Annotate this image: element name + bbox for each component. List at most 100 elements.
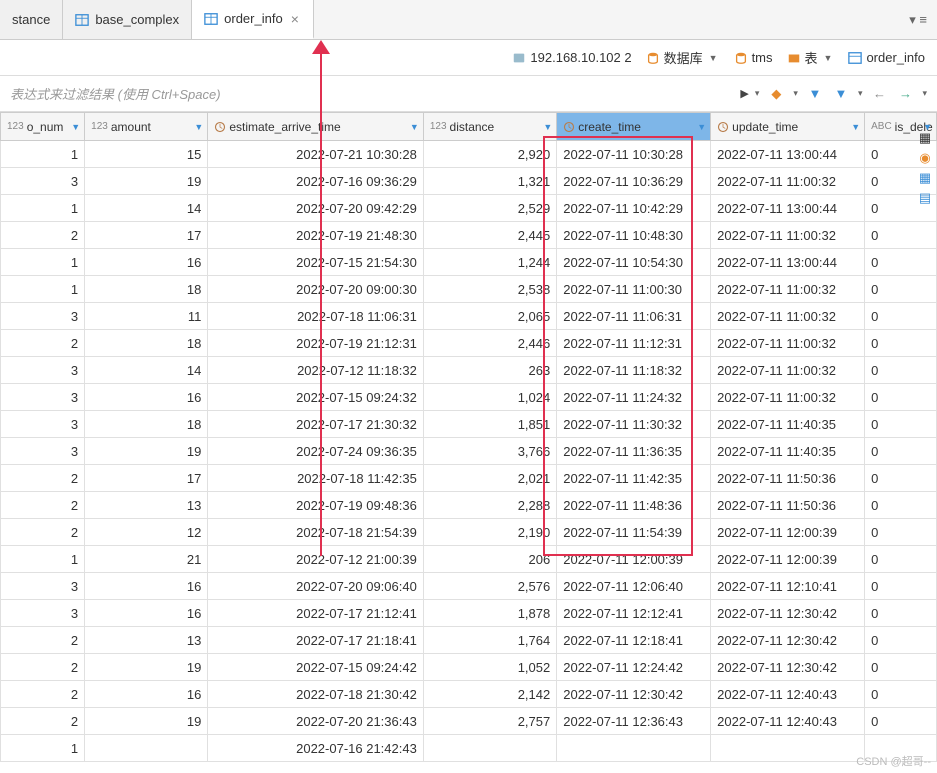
- cell-amount[interactable]: 19: [85, 438, 208, 465]
- cell-amount[interactable]: 17: [85, 222, 208, 249]
- cell-is_del[interactable]: 0: [865, 654, 937, 681]
- cell-estimate[interactable]: 2022-07-20 09:42:29: [208, 195, 424, 222]
- cell-update[interactable]: 2022-07-11 12:40:43: [711, 708, 865, 735]
- cell-amount[interactable]: 16: [85, 384, 208, 411]
- table-row[interactable]: 1142022-07-20 09:42:292,5292022-07-11 10…: [1, 195, 937, 222]
- column-header-distance[interactable]: 123 distance▼: [423, 113, 556, 141]
- cell-distance[interactable]: 2,757: [423, 708, 556, 735]
- table-row[interactable]: 3142022-07-12 11:18:322632022-07-11 11:1…: [1, 357, 937, 384]
- cell-create[interactable]: 2022-07-11 11:12:31: [557, 330, 711, 357]
- tab-base-complex[interactable]: base_complex: [63, 0, 192, 39]
- cell-o_num[interactable]: 3: [1, 411, 85, 438]
- cell-distance[interactable]: [423, 735, 556, 762]
- cell-distance[interactable]: 1,244: [423, 249, 556, 276]
- cell-amount[interactable]: 16: [85, 681, 208, 708]
- table-row[interactable]: 3162022-07-15 09:24:321,0242022-07-11 11…: [1, 384, 937, 411]
- cell-estimate[interactable]: 2022-07-18 11:06:31: [208, 303, 424, 330]
- cell-create[interactable]: 2022-07-11 10:54:30: [557, 249, 711, 276]
- cell-estimate[interactable]: 2022-07-16 21:42:43: [208, 735, 424, 762]
- cell-o_num[interactable]: 3: [1, 438, 85, 465]
- table-row[interactable]: 2182022-07-19 21:12:312,4462022-07-11 11…: [1, 330, 937, 357]
- cell-create[interactable]: 2022-07-11 12:18:41: [557, 627, 711, 654]
- cell-o_num[interactable]: 2: [1, 654, 85, 681]
- cell-is_del[interactable]: 0: [865, 465, 937, 492]
- cell-update[interactable]: 2022-07-11 11:00:32: [711, 330, 865, 357]
- cell-o_num[interactable]: 2: [1, 681, 85, 708]
- table-row[interactable]: 2132022-07-19 09:48:362,2882022-07-11 11…: [1, 492, 937, 519]
- cell-estimate[interactable]: 2022-07-18 11:42:35: [208, 465, 424, 492]
- cell-update[interactable]: 2022-07-11 12:00:39: [711, 546, 865, 573]
- cell-is_del[interactable]: 0: [865, 627, 937, 654]
- cell-estimate[interactable]: 2022-07-20 21:36:43: [208, 708, 424, 735]
- cell-estimate[interactable]: 2022-07-15 09:24:42: [208, 654, 424, 681]
- cell-amount[interactable]: 11: [85, 303, 208, 330]
- cell-is_del[interactable]: 0: [865, 708, 937, 735]
- cell-is_del[interactable]: 0: [865, 573, 937, 600]
- cell-amount[interactable]: 12: [85, 519, 208, 546]
- cell-is_del[interactable]: 0: [865, 303, 937, 330]
- filter-input[interactable]: 表达式来过滤结果 (使用 Ctrl+Space): [0, 76, 732, 111]
- cell-create[interactable]: [557, 735, 711, 762]
- cell-update[interactable]: 2022-07-11 11:00:32: [711, 276, 865, 303]
- cell-is_del[interactable]: 0: [865, 222, 937, 249]
- cell-amount[interactable]: 16: [85, 573, 208, 600]
- cell-estimate[interactable]: 2022-07-19 21:48:30: [208, 222, 424, 249]
- cell-estimate[interactable]: 2022-07-15 21:54:30: [208, 249, 424, 276]
- cell-amount[interactable]: 19: [85, 708, 208, 735]
- breadcrumb-host[interactable]: 192.168.10.102 2: [508, 50, 635, 65]
- tab-order-info[interactable]: order_info ×: [192, 0, 314, 39]
- breadcrumb-db[interactable]: 数据库 ▼: [642, 48, 724, 67]
- cell-amount[interactable]: 16: [85, 600, 208, 627]
- panel-icon[interactable]: ▤: [917, 190, 933, 206]
- table-row[interactable]: 1212022-07-12 21:00:392062022-07-11 12:0…: [1, 546, 937, 573]
- cell-o_num[interactable]: 1: [1, 546, 85, 573]
- column-header-create_time[interactable]: create_time▼: [557, 113, 711, 141]
- cell-create[interactable]: 2022-07-11 11:06:31: [557, 303, 711, 330]
- nav-back-icon[interactable]: ←: [868, 83, 890, 105]
- table-row[interactable]: 2162022-07-18 21:30:422,1422022-07-11 12…: [1, 681, 937, 708]
- cell-o_num[interactable]: 2: [1, 465, 85, 492]
- chevron-down-icon[interactable]: ▾: [753, 88, 762, 99]
- cell-amount[interactable]: [85, 735, 208, 762]
- cell-o_num[interactable]: 3: [1, 384, 85, 411]
- cell-amount[interactable]: 13: [85, 627, 208, 654]
- cell-amount[interactable]: 16: [85, 249, 208, 276]
- cell-update[interactable]: 2022-07-11 13:00:44: [711, 141, 865, 168]
- cell-is_del[interactable]: 0: [865, 384, 937, 411]
- cell-create[interactable]: 2022-07-11 11:54:39: [557, 519, 711, 546]
- cell-update[interactable]: [711, 735, 865, 762]
- table-row[interactable]: 3112022-07-18 11:06:312,0652022-07-11 11…: [1, 303, 937, 330]
- cell-is_del[interactable]: 0: [865, 519, 937, 546]
- tab-stance[interactable]: stance: [0, 0, 63, 39]
- cell-amount[interactable]: 17: [85, 465, 208, 492]
- cell-is_del[interactable]: 0: [865, 546, 937, 573]
- cell-distance[interactable]: 2,920: [423, 141, 556, 168]
- cell-estimate[interactable]: 2022-07-17 21:12:41: [208, 600, 424, 627]
- cell-update[interactable]: 2022-07-11 11:00:32: [711, 384, 865, 411]
- cell-create[interactable]: 2022-07-11 12:24:42: [557, 654, 711, 681]
- cell-o_num[interactable]: 1: [1, 735, 85, 762]
- cell-amount[interactable]: 13: [85, 492, 208, 519]
- cell-distance[interactable]: 1,851: [423, 411, 556, 438]
- nav-forward-icon[interactable]: →: [894, 83, 916, 105]
- cell-o_num[interactable]: 3: [1, 600, 85, 627]
- cell-update[interactable]: 2022-07-11 11:40:35: [711, 438, 865, 465]
- table-row[interactable]: 3192022-07-16 09:36:291,3212022-07-11 10…: [1, 168, 937, 195]
- cell-distance[interactable]: 2,142: [423, 681, 556, 708]
- cell-o_num[interactable]: 1: [1, 276, 85, 303]
- cell-create[interactable]: 2022-07-11 11:48:36: [557, 492, 711, 519]
- cell-o_num[interactable]: 3: [1, 357, 85, 384]
- table-row[interactable]: 2132022-07-17 21:18:411,7642022-07-11 12…: [1, 627, 937, 654]
- cell-update[interactable]: 2022-07-11 12:10:41: [711, 573, 865, 600]
- panel-icon[interactable]: ◉: [917, 150, 933, 166]
- cell-o_num[interactable]: 1: [1, 141, 85, 168]
- table-row[interactable]: 3182022-07-17 21:30:321,8512022-07-11 11…: [1, 411, 937, 438]
- cell-estimate[interactable]: 2022-07-21 10:30:28: [208, 141, 424, 168]
- cell-o_num[interactable]: 2: [1, 519, 85, 546]
- cell-amount[interactable]: 15: [85, 141, 208, 168]
- cell-distance[interactable]: 2,288: [423, 492, 556, 519]
- cell-distance[interactable]: 1,764: [423, 627, 556, 654]
- cell-is_del[interactable]: 0: [865, 276, 937, 303]
- column-header-o_num[interactable]: 123 o_num▼: [1, 113, 85, 141]
- cell-update[interactable]: 2022-07-11 11:00:32: [711, 357, 865, 384]
